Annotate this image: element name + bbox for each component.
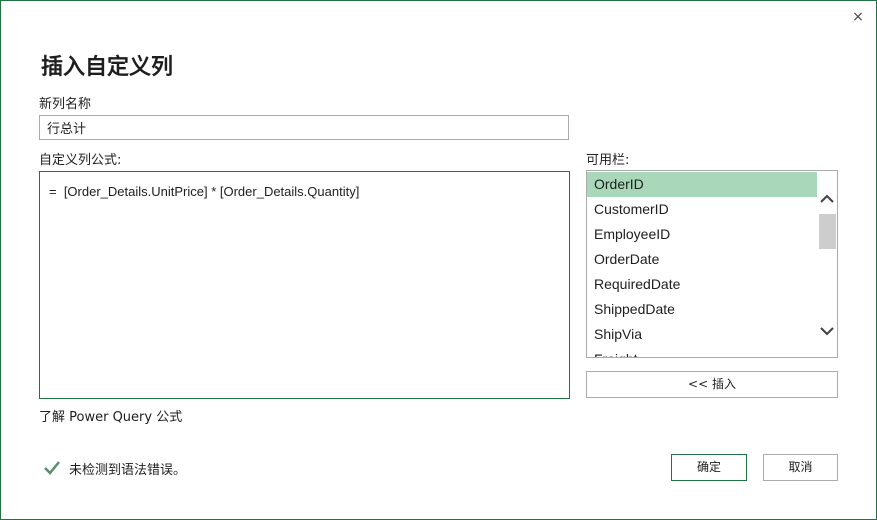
column-item-requireddate[interactable]: RequiredDate [587, 272, 817, 297]
new-column-name-label: 新列名称 [39, 97, 92, 112]
syntax-status: 未检测到语法错误。 [43, 458, 186, 478]
custom-formula-label: 自定义列公式: [39, 153, 122, 168]
new-column-name-input[interactable] [39, 115, 569, 140]
insert-custom-column-dialog: × 插入自定义列 新列名称 自定义列公式: = [Order_Details.U… [0, 0, 877, 520]
insert-column-button[interactable]: << 插入 [586, 371, 838, 398]
column-item-shippeddate[interactable]: ShippedDate [587, 297, 817, 322]
column-item-customerid[interactable]: CustomerID [587, 197, 817, 222]
learn-power-query-formulas-link[interactable]: 了解 Power Query 公式 [39, 406, 182, 425]
dialog-title: 插入自定义列 [41, 55, 174, 80]
checkmark-icon [44, 461, 60, 475]
column-item-orderdate[interactable]: OrderDate [587, 247, 817, 272]
column-item-orderid[interactable]: OrderID [587, 172, 817, 197]
ok-button[interactable]: 确定 [671, 454, 747, 481]
syntax-status-text: 未检测到语法错误。 [69, 462, 187, 478]
available-columns-label: 可用栏: [586, 153, 630, 168]
scroll-down-arrow-icon[interactable] [819, 323, 835, 339]
column-item-freight[interactable]: Freight [587, 347, 817, 357]
column-item-shipvia[interactable]: ShipVia [587, 322, 817, 347]
custom-formula-editor[interactable]: = [Order_Details.UnitPrice] * [Order_Det… [39, 171, 570, 399]
column-item-employeeid[interactable]: EmployeeID [587, 222, 817, 247]
scroll-thumb[interactable] [819, 214, 836, 249]
available-columns-list[interactable]: OrderID CustomerID EmployeeID OrderDate … [586, 170, 838, 358]
cancel-button[interactable]: 取消 [763, 454, 838, 481]
scroll-up-arrow-icon[interactable] [819, 191, 835, 207]
columns-scrollbar[interactable] [817, 171, 837, 357]
close-button[interactable]: × [849, 7, 867, 27]
